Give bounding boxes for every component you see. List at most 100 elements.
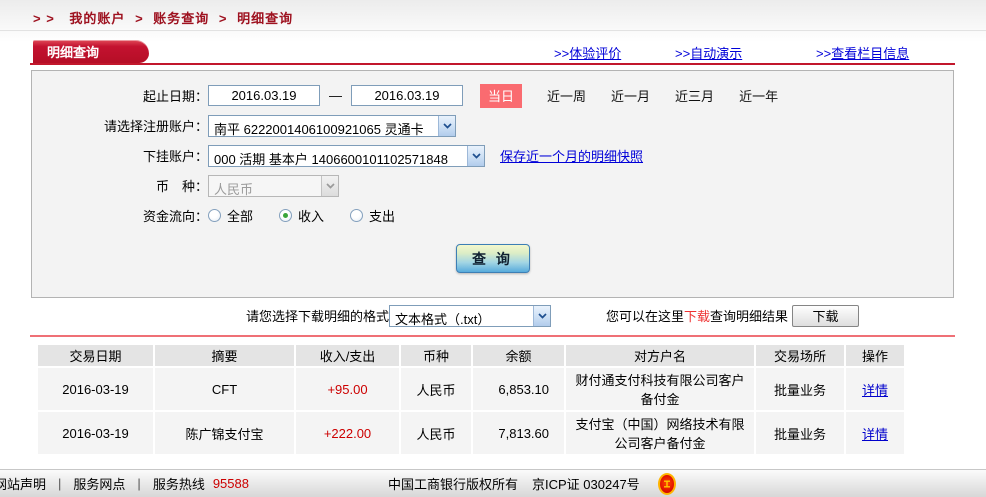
cell-trade-date: 2016-03-19 <box>38 368 153 410</box>
flow-option-all[interactable]: 全部 <box>208 206 253 225</box>
transactions-table: 交易日期 摘要 收入/支出 币种 余额 对方户名 交易场所 操作 2016-03… <box>36 343 906 456</box>
cell-counterparty: 支付宝（中国）网络技术有限公司客户备付金 <box>566 412 754 454</box>
cell-summary: 陈广锦支付宝 <box>155 412 294 454</box>
cell-trade-date: 2016-03-19 <box>38 412 153 454</box>
footer-icp: 京ICP证 030247号 <box>532 474 640 493</box>
download-hint-group: 您可以在这里下载查询明细结果 下载 <box>606 305 859 327</box>
footer-link-service-outlets[interactable]: 服务网点 <box>73 474 125 493</box>
header-action: 操作 <box>846 345 904 366</box>
footer-copyright-group: 中国工商银行版权所有 京ICP证 030247号 <box>388 473 676 495</box>
footer-copyright: 中国工商银行版权所有 <box>388 474 518 493</box>
date-range-dash: — <box>329 88 342 103</box>
download-hint-before: 您可以在这里 <box>606 306 684 325</box>
cell-venue: 批量业务 <box>756 368 844 410</box>
header-summary: 摘要 <box>155 345 294 366</box>
breadcrumb-separator: > <box>219 11 228 26</box>
chevron-down-icon <box>467 146 484 166</box>
sub-account-select[interactable]: 000 活期 基本户 1406600101102571848 <box>208 145 485 167</box>
range-last-3-months[interactable]: 近三月 <box>675 86 714 105</box>
detail-link[interactable]: 详情 <box>862 383 888 398</box>
date-range-row: 起止日期： — 当日 近一周 近一月 近三月 近一年 <box>32 84 953 107</box>
registered-account-row: 请选择注册账户： 南平 6222001406100921065 灵通卡 <box>32 114 953 137</box>
sub-account-row: 下挂账户： 000 活期 基本户 1406600101102571848 保存近… <box>32 144 953 167</box>
link-view-column-info[interactable]: >>查看栏目信息 <box>816 43 909 62</box>
results-divider <box>30 335 955 337</box>
table-header-row: 交易日期 摘要 收入/支出 币种 余额 对方户名 交易场所 操作 <box>38 345 904 366</box>
breadcrumb-item-detail-query[interactable]: 明细查询 <box>237 11 293 26</box>
link-prefix: >> <box>816 46 831 61</box>
breadcrumb-item-my-account[interactable]: 我的账户 <box>69 11 125 26</box>
download-format-select[interactable]: 文本格式（.txt） <box>389 305 551 327</box>
breadcrumb-separator: > <box>135 11 144 26</box>
footer-separator: | <box>137 476 140 491</box>
tab-detail-query[interactable]: 明细查询 <box>33 40 149 63</box>
radio-icon <box>279 209 292 222</box>
footer-link-site-statement[interactable]: 网站声明 <box>0 474 46 493</box>
sub-account-value: 000 活期 基本户 1406600101102571848 <box>209 146 467 166</box>
fund-flow-row: 资金流向： 全部 收入 支出 <box>32 204 953 227</box>
footer-links: 网站声明 | 服务网点 | 服务热线 95588 <box>0 474 249 493</box>
cell-amount: +95.00 <box>296 368 399 410</box>
range-last-week[interactable]: 近一周 <box>547 86 586 105</box>
date-to-input[interactable] <box>351 85 463 106</box>
cell-venue: 批量业务 <box>756 412 844 454</box>
save-snapshot-link[interactable]: 保存近一个月的明细快照 <box>500 146 643 165</box>
chevron-down-icon <box>321 176 338 196</box>
panel-tab-row: 明细查询 >>体验评价 >>自动演示 >>查看栏目信息 <box>30 40 955 63</box>
cell-counterparty: 财付通支付科技有限公司客户备付金 <box>566 368 754 410</box>
fund-flow-label: 资金流向： <box>32 206 208 225</box>
breadcrumb-prefix: > > <box>33 11 55 26</box>
link-auto-demo[interactable]: >>自动演示 <box>675 43 742 62</box>
header-venue: 交易场所 <box>756 345 844 366</box>
breadcrumb-item-account-query[interactable]: 账务查询 <box>153 11 209 26</box>
breadcrumb: > > 我的账户 > 账务查询 > 明细查询 <box>33 8 293 27</box>
cell-amount: +222.00 <box>296 412 399 454</box>
header-counterparty: 对方户名 <box>566 345 754 366</box>
date-range-label: 起止日期： <box>32 86 208 105</box>
currency-value: 人民币 <box>209 176 321 196</box>
flow-option-label: 全部 <box>227 206 253 225</box>
registered-account-select[interactable]: 南平 6222001406100921065 灵通卡 <box>208 115 456 137</box>
footer-hotline-label: 服务热线 <box>153 474 205 493</box>
query-form: 起止日期： — 当日 近一周 近一月 近三月 近一年 请选择注册账户： 南平 6… <box>31 70 954 298</box>
radio-icon <box>350 209 363 222</box>
today-filter-button[interactable]: 当日 <box>480 84 522 108</box>
download-inline-link[interactable]: 下载 <box>684 306 710 325</box>
header-balance: 余额 <box>473 345 564 366</box>
registered-account-value: 南平 6222001406100921065 灵通卡 <box>209 116 438 136</box>
cell-summary: CFT <box>155 368 294 410</box>
radio-icon <box>208 209 221 222</box>
detail-link[interactable]: 详情 <box>862 427 888 442</box>
link-experience-evaluation[interactable]: >>体验评价 <box>554 43 621 62</box>
query-button[interactable]: 查 询 <box>456 244 530 273</box>
chevron-down-icon <box>438 116 455 136</box>
download-format-label: 请您选择下载明细的格式 <box>246 306 389 325</box>
flow-option-label: 支出 <box>369 206 395 225</box>
flow-option-expense[interactable]: 支出 <box>350 206 395 225</box>
range-last-month[interactable]: 近一月 <box>611 86 650 105</box>
currency-row: 币 种： 人民币 <box>32 174 953 197</box>
query-button-row: 查 询 <box>32 244 953 273</box>
header-currency: 币种 <box>401 345 471 366</box>
tab-label: 明细查询 <box>47 42 99 61</box>
page-footer: 网站声明 | 服务网点 | 服务热线 95588 中国工商银行版权所有 京ICP… <box>0 469 986 497</box>
download-button[interactable]: 下载 <box>792 305 859 327</box>
cell-currency: 人民币 <box>401 412 471 454</box>
download-format-value: 文本格式（.txt） <box>390 306 533 326</box>
chevron-down-icon <box>533 306 550 326</box>
download-format-group: 请您选择下载明细的格式 文本格式（.txt） <box>246 305 551 327</box>
cell-currency: 人民币 <box>401 368 471 410</box>
footer-hotline-number: 95588 <box>213 476 249 491</box>
currency-label: 币 种： <box>32 176 208 195</box>
cell-balance: 6,853.10 <box>473 368 564 410</box>
footer-separator: | <box>58 476 61 491</box>
date-from-input[interactable] <box>208 85 320 106</box>
download-hint-after: 查询明细结果 <box>710 306 788 325</box>
range-last-year[interactable]: 近一年 <box>739 86 778 105</box>
currency-select-disabled: 人民币 <box>208 175 339 197</box>
tab-underline <box>30 63 955 65</box>
download-row: 请您选择下载明细的格式 文本格式（.txt） 您可以在这里下载查询明细结果 下载 <box>30 298 955 333</box>
fund-flow-radio-group: 全部 收入 支出 <box>208 206 421 225</box>
flow-option-income[interactable]: 收入 <box>279 206 324 225</box>
flow-option-label: 收入 <box>298 206 324 225</box>
